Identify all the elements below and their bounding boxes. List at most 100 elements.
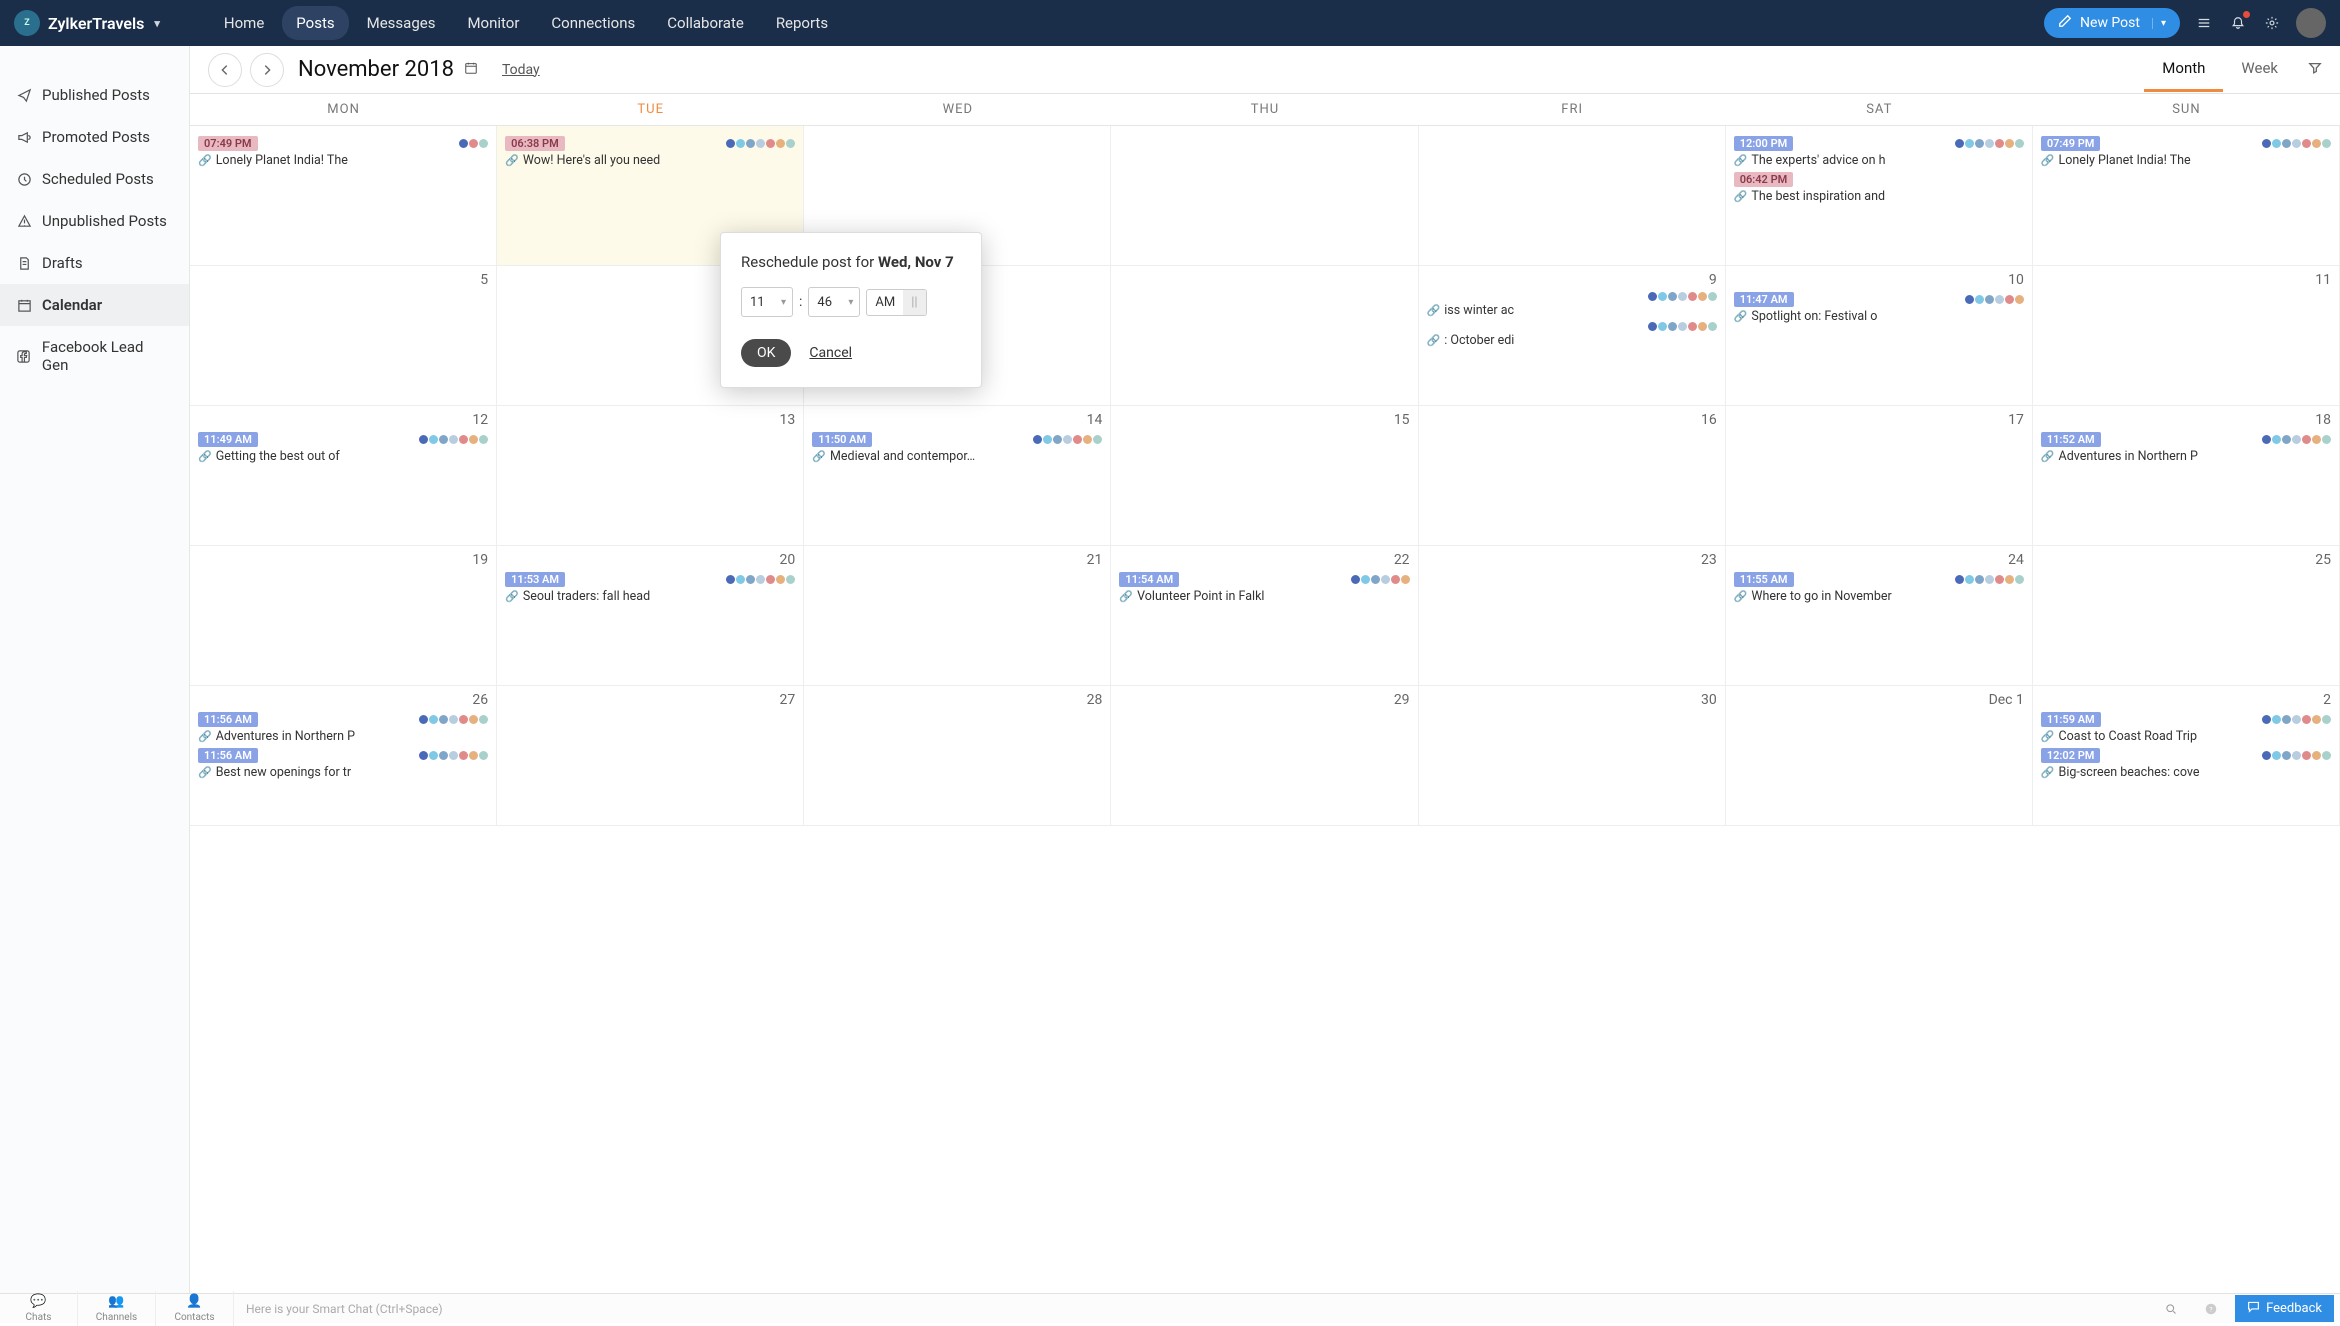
footer-tab-contacts[interactable]: 👤Contacts	[156, 1291, 234, 1326]
nav-item-reports[interactable]: Reports	[762, 6, 842, 40]
brand[interactable]: Z ZylkerTravels ▾	[14, 10, 160, 36]
day-cell[interactable]: 5	[190, 266, 497, 405]
day-cell[interactable]: 1011:47 AM🔗Spotlight on: Festival o	[1726, 266, 2033, 405]
feedback-button[interactable]: Feedback	[2235, 1295, 2334, 1322]
day-cell[interactable]: 19	[190, 546, 497, 685]
post-item[interactable]: 11:49 AM🔗Getting the best out of	[198, 432, 488, 464]
day-cell[interactable]: 21	[804, 546, 1111, 685]
post-item[interactable]: 11:56 AM🔗Best new openings for tr	[198, 748, 488, 780]
cancel-button[interactable]: Cancel	[809, 345, 852, 361]
ig-channel-dot	[756, 575, 765, 584]
hour-select[interactable]: 11	[741, 287, 793, 317]
chevron-down-icon[interactable]: ▾	[154, 17, 160, 30]
post-item[interactable]: 11:56 AM🔗Adventures in Northern P	[198, 712, 488, 744]
day-cell[interactable]: 11	[2033, 266, 2340, 405]
day-cell[interactable]: 1411:50 AM🔗Medieval and contempor…	[804, 406, 1111, 545]
day-cell[interactable]	[1111, 126, 1418, 265]
filter-icon[interactable]	[2308, 61, 2322, 79]
day-cell[interactable]: 211:59 AM🔗Coast to Coast Road Trip12:02 …	[2033, 686, 2340, 825]
day-cell[interactable]: 07:49 PM🔗Lonely Planet India! The	[190, 126, 497, 265]
day-cell[interactable]	[1419, 126, 1726, 265]
gear-icon[interactable]	[2262, 13, 2282, 33]
post-item[interactable]: 07:49 PM🔗Lonely Planet India! The	[2041, 136, 2331, 168]
sidebar-item-published-posts[interactable]: Published Posts	[0, 74, 189, 116]
day-cell[interactable]: 15	[1111, 406, 1418, 545]
day-cell[interactable]: 1211:49 AM🔗Getting the best out of	[190, 406, 497, 545]
g-channel-dot	[2302, 435, 2311, 444]
sidebar-item-calendar[interactable]: Calendar	[0, 284, 189, 326]
day-cell[interactable]: 27	[497, 686, 804, 825]
calendar-picker-icon[interactable]	[464, 61, 478, 79]
pm-option[interactable]: ||	[903, 290, 925, 315]
day-cell[interactable]: 07:49 PM🔗Lonely Planet India! The	[2033, 126, 2340, 265]
post-item[interactable]: 11:55 AM🔗Where to go in November	[1734, 572, 2024, 604]
post-item[interactable]: 12:00 PM🔗The experts' advice on h	[1734, 136, 2024, 168]
post-item[interactable]: 07:49 PM🔗Lonely Planet India! The	[198, 136, 488, 168]
sidebar-item-facebook-lead-gen[interactable]: Facebook Lead Gen	[0, 326, 189, 386]
post-item[interactable]: 11:50 AM🔗Medieval and contempor…	[812, 432, 1102, 464]
prev-month-button[interactable]	[208, 53, 242, 87]
link-icon: 🔗	[1734, 154, 1748, 167]
am-option[interactable]: AM	[867, 290, 903, 315]
day-cell[interactable]: 12:00 PM🔗The experts' advice on h 06:42 P…	[1726, 126, 2033, 265]
next-month-button[interactable]	[250, 53, 284, 87]
nav-item-collaborate[interactable]: Collaborate	[653, 6, 758, 40]
footer-tab-channels[interactable]: 👥Channels	[78, 1291, 156, 1326]
sidebar-item-unpublished-posts[interactable]: Unpublished Posts	[0, 200, 189, 242]
day-cell[interactable]: 28	[804, 686, 1111, 825]
post-item[interactable]: 11:54 AM🔗Volunteer Point in Falkl	[1119, 572, 1409, 604]
day-cell[interactable]: 17	[1726, 406, 2033, 545]
ampm-toggle[interactable]: AM ||	[866, 289, 926, 316]
search-icon[interactable]	[2155, 1298, 2187, 1320]
post-item[interactable]: 11:52 AM🔗Adventures in Northern P	[2041, 432, 2331, 464]
day-cell[interactable]: 29	[1111, 686, 1418, 825]
view-tab-week[interactable]: Week	[2223, 47, 2296, 92]
new-post-dropdown[interactable]: ▾	[2152, 18, 2166, 29]
post-item[interactable]: 11:59 AM🔗Coast to Coast Road Trip	[2041, 712, 2331, 744]
footer-tab-chats[interactable]: 💬Chats	[0, 1291, 78, 1326]
day-cell[interactable]: 13	[497, 406, 804, 545]
post-item[interactable]: 06:42 PM🔗The best inspiration and	[1734, 172, 2024, 204]
today-link[interactable]: Today	[502, 62, 540, 78]
post-item[interactable]: 11:47 AM🔗Spotlight on: Festival o	[1734, 292, 2024, 324]
day-cell[interactable]: 2411:55 AM🔗Where to go in November	[1726, 546, 2033, 685]
nav-item-connections[interactable]: Connections	[537, 6, 649, 40]
ig-channel-dot	[1985, 139, 1994, 148]
nav-item-messages[interactable]: Messages	[353, 6, 450, 40]
day-cell[interactable]: 16	[1419, 406, 1726, 545]
day-cell[interactable]	[1111, 266, 1418, 405]
bell-icon[interactable]	[2228, 13, 2248, 33]
nav-item-monitor[interactable]: Monitor	[453, 6, 533, 40]
post-item[interactable]: 🔗iss winter ac	[1427, 292, 1717, 318]
post-item[interactable]: 🔗: October edi	[1427, 322, 1717, 348]
list-icon[interactable]	[2194, 13, 2214, 33]
link-icon: 🔗	[198, 450, 212, 463]
minute-select[interactable]: 46	[808, 287, 860, 317]
weekday-mon: MON	[190, 94, 497, 125]
avatar[interactable]	[2296, 8, 2326, 38]
day-cell[interactable]: 2211:54 AM🔗Volunteer Point in Falkl	[1111, 546, 1418, 685]
day-cell[interactable]: 30	[1419, 686, 1726, 825]
day-cell[interactable]: 2011:53 AM🔗Seoul traders: fall head	[497, 546, 804, 685]
post-item[interactable]: 06:38 PM🔗Wow! Here's all you need	[505, 136, 795, 168]
day-cell[interactable]: 2611:56 AM🔗Adventures in Northern P11:56…	[190, 686, 497, 825]
day-cell[interactable]: 25	[2033, 546, 2340, 685]
smartchat-input[interactable]: Here is your Smart Chat (Ctrl+Space)	[234, 1302, 2155, 1316]
day-cell[interactable]: 9🔗iss winter ac🔗: October edi	[1419, 266, 1726, 405]
day-cell[interactable]: 23	[1419, 546, 1726, 685]
post-title-text: Spotlight on: Festival o	[1751, 309, 1877, 324]
sidebar-item-promoted-posts[interactable]: Promoted Posts	[0, 116, 189, 158]
sidebar-item-scheduled-posts[interactable]: Scheduled Posts	[0, 158, 189, 200]
nav-item-home[interactable]: Home	[210, 6, 278, 40]
post-item[interactable]: 11:53 AM🔗Seoul traders: fall head	[505, 572, 795, 604]
help-icon[interactable]: ?	[2195, 1298, 2227, 1320]
nav-item-posts[interactable]: Posts	[282, 6, 348, 40]
ok-button[interactable]: OK	[741, 339, 791, 367]
day-cell[interactable]: Dec 1	[1726, 686, 2033, 825]
new-post-button[interactable]: New Post ▾	[2044, 8, 2180, 38]
day-cell[interactable]: 1811:52 AM🔗Adventures in Northern P	[2033, 406, 2340, 545]
link-icon: 🔗	[198, 730, 212, 743]
post-item[interactable]: 12:02 PM🔗Big-screen beaches: cove	[2041, 748, 2331, 780]
sidebar-item-drafts[interactable]: Drafts	[0, 242, 189, 284]
view-tab-month[interactable]: Month	[2144, 47, 2223, 92]
